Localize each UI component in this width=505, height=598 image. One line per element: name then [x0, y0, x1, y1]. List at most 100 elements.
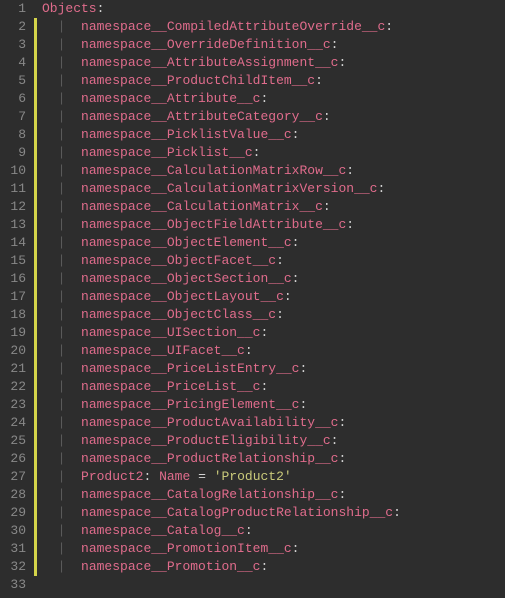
yaml-key: namespace__PricingElement__c	[81, 397, 299, 412]
colon: :	[385, 19, 393, 34]
yaml-key: namespace__ObjectClass__c	[81, 307, 276, 322]
code-line[interactable]: | namespace__ObjectElement__c:	[36, 234, 401, 252]
code-line[interactable]: | namespace__Catalog__c:	[36, 522, 401, 540]
code-line[interactable]: | namespace__ProductRelationship__c:	[36, 450, 401, 468]
yaml-key: namespace__Attribute__c	[81, 91, 260, 106]
code-line[interactable]: | namespace__PriceList__c:	[36, 378, 401, 396]
code-line[interactable]: | namespace__PicklistValue__c:	[36, 126, 401, 144]
code-line[interactable]: | Product2: Name = 'Product2'	[36, 468, 401, 486]
code-line[interactable]: | namespace__CompiledAttributeOverride__…	[36, 18, 401, 36]
indent-guide: |	[58, 379, 66, 394]
yaml-key: namespace__ProductAvailability__c	[81, 415, 338, 430]
line-number: 17	[4, 288, 26, 306]
yaml-key: namespace__UIFacet__c	[81, 343, 245, 358]
code-line[interactable]: | namespace__ObjectSection__c:	[36, 270, 401, 288]
colon: :	[292, 235, 300, 250]
line-number: 25	[4, 432, 26, 450]
line-number: 23	[4, 396, 26, 414]
code-line[interactable]: | namespace__CalculationMatrixRow__c:	[36, 162, 401, 180]
yaml-key: namespace__ProductChildItem__c	[81, 73, 315, 88]
code-line[interactable]: | namespace__ObjectClass__c:	[36, 306, 401, 324]
indent-guide: |	[58, 199, 66, 214]
code-line[interactable]: | namespace__ObjectLayout__c:	[36, 288, 401, 306]
colon: :	[260, 91, 268, 106]
colon: :	[143, 469, 151, 484]
colon: :	[338, 55, 346, 70]
code-line[interactable]: | namespace__ProductEligibility__c:	[36, 432, 401, 450]
yaml-key: namespace__ObjectElement__c	[81, 235, 292, 250]
code-editor[interactable]: 1234567891011121314151617181920212223242…	[0, 0, 505, 598]
line-number: 8	[4, 126, 26, 144]
code-line[interactable]: | namespace__CatalogRelationship__c:	[36, 486, 401, 504]
yaml-key: namespace__CatalogProductRelationship__c	[81, 505, 393, 520]
colon: :	[346, 217, 354, 232]
yaml-key: namespace__ObjectLayout__c	[81, 289, 284, 304]
code-line[interactable]: | namespace__CatalogProductRelationship_…	[36, 504, 401, 522]
line-number: 33	[4, 576, 26, 594]
colon: :	[260, 559, 268, 574]
line-number: 2	[4, 18, 26, 36]
colon: :	[323, 199, 331, 214]
equals: =	[190, 469, 213, 484]
colon: :	[299, 361, 307, 376]
indent-guide: |	[58, 253, 66, 268]
colon: :	[97, 1, 105, 16]
line-number: 5	[4, 72, 26, 90]
indent-guide: |	[58, 217, 66, 232]
indent-guide: |	[58, 163, 66, 178]
line-number: 10	[4, 162, 26, 180]
line-number: 11	[4, 180, 26, 198]
yaml-key: namespace__CatalogRelationship__c	[81, 487, 338, 502]
colon: :	[393, 505, 401, 520]
line-number: 30	[4, 522, 26, 540]
code-line[interactable]: | namespace__ProductChildItem__c:	[36, 72, 401, 90]
code-line[interactable]: | namespace__Picklist__c:	[36, 144, 401, 162]
code-line[interactable]: Objects:	[36, 0, 401, 18]
colon: :	[299, 397, 307, 412]
code-line[interactable]: | namespace__PromotionItem__c:	[36, 540, 401, 558]
indent-guide: |	[58, 361, 66, 376]
line-number: 13	[4, 216, 26, 234]
line-number: 19	[4, 324, 26, 342]
code-line[interactable]: | namespace__UIFacet__c:	[36, 342, 401, 360]
yaml-key: namespace__ProductEligibility__c	[81, 433, 331, 448]
code-line[interactable]: | namespace__CalculationMatrixVersion__c…	[36, 180, 401, 198]
indent-guide: |	[58, 109, 66, 124]
yaml-key: namespace__Promotion__c	[81, 559, 260, 574]
yaml-key: namespace__PriceListEntry__c	[81, 361, 299, 376]
colon: :	[292, 271, 300, 286]
code-line[interactable]: | namespace__ObjectFieldAttribute__c:	[36, 216, 401, 234]
code-line[interactable]	[36, 576, 401, 594]
code-line[interactable]: | namespace__AttributeAssignment__c:	[36, 54, 401, 72]
code-line[interactable]: | namespace__PriceListEntry__c:	[36, 360, 401, 378]
code-line[interactable]: | namespace__AttributeCategory__c:	[36, 108, 401, 126]
colon: :	[276, 253, 284, 268]
code-line[interactable]: | namespace__Promotion__c:	[36, 558, 401, 576]
colon: :	[292, 127, 300, 142]
code-line[interactable]: | namespace__CalculationMatrix__c:	[36, 198, 401, 216]
indent-guide: |	[58, 73, 66, 88]
colon: :	[377, 181, 385, 196]
code-line[interactable]: | namespace__ObjectFacet__c:	[36, 252, 401, 270]
code-area[interactable]: Objects: | namespace__CompiledAttributeO…	[34, 0, 401, 598]
code-line[interactable]: | namespace__Attribute__c:	[36, 90, 401, 108]
indent-guide: |	[58, 307, 66, 322]
code-line[interactable]: | namespace__UISection__c:	[36, 324, 401, 342]
indent-guide: |	[58, 271, 66, 286]
indent-guide: |	[58, 127, 66, 142]
line-number-gutter: 1234567891011121314151617181920212223242…	[0, 0, 34, 598]
code-line[interactable]: | namespace__PricingElement__c:	[36, 396, 401, 414]
line-number: 21	[4, 360, 26, 378]
indent-guide: |	[58, 559, 66, 574]
indent-guide: |	[58, 469, 66, 484]
yaml-string: 'Product2'	[214, 469, 292, 484]
yaml-key: Product2	[81, 469, 143, 484]
code-line[interactable]: | namespace__OverrideDefinition__c:	[36, 36, 401, 54]
line-number: 22	[4, 378, 26, 396]
line-number: 26	[4, 450, 26, 468]
code-line[interactable]: | namespace__ProductAvailability__c:	[36, 414, 401, 432]
yaml-key: namespace__ObjectSection__c	[81, 271, 292, 286]
yaml-key: namespace__CalculationMatrixRow__c	[81, 163, 346, 178]
line-number: 28	[4, 486, 26, 504]
indent-guide: |	[58, 397, 66, 412]
